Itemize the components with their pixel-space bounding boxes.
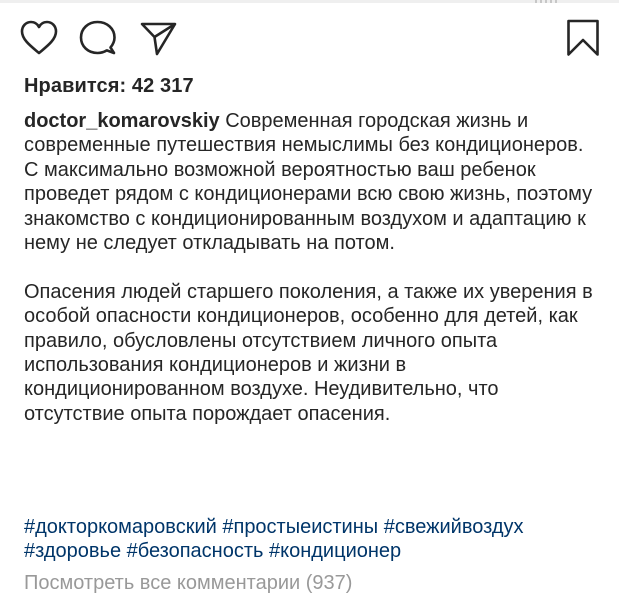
paper-plane-icon[interactable] [140, 21, 178, 57]
view-all-comments-link[interactable]: Посмотреть все комментарии (937) [24, 572, 352, 595]
hashtag-link[interactable]: #кондиционер [269, 540, 401, 562]
hashtag-link[interactable]: #здоровье [24, 540, 121, 562]
instagram-post-details: Нравится: 42 317 doctor_komarovskiy Совр… [0, 0, 619, 600]
hashtag-link[interactable]: #простыеистины [222, 516, 378, 538]
carousel-indicator [535, 0, 557, 3]
caption-paragraph-1: doctor_komarovskiy Современная городская… [24, 109, 599, 255]
caption-paragraph-2: Опасения людей старшего поколения, а так… [24, 280, 593, 425]
hashtag-list: #докторкомаровский #простыеистины #свежи… [24, 515, 614, 564]
bookmark-icon[interactable] [566, 19, 600, 57]
post-caption: doctor_komarovskiy Современная городская… [24, 109, 599, 426]
hashtag-link[interactable]: #докторкомаровский [24, 516, 217, 538]
hashtag-link[interactable]: #безопасность [127, 540, 264, 562]
likes-count[interactable]: Нравится: 42 317 [24, 75, 194, 98]
comment-bubble-icon[interactable] [79, 20, 117, 56]
author-username[interactable]: doctor_komarovskiy [24, 110, 220, 132]
top-divider [0, 0, 619, 3]
heart-icon[interactable] [20, 20, 58, 56]
hashtag-link[interactable]: #свежийвоздух [384, 516, 524, 538]
post-action-bar [0, 14, 619, 64]
